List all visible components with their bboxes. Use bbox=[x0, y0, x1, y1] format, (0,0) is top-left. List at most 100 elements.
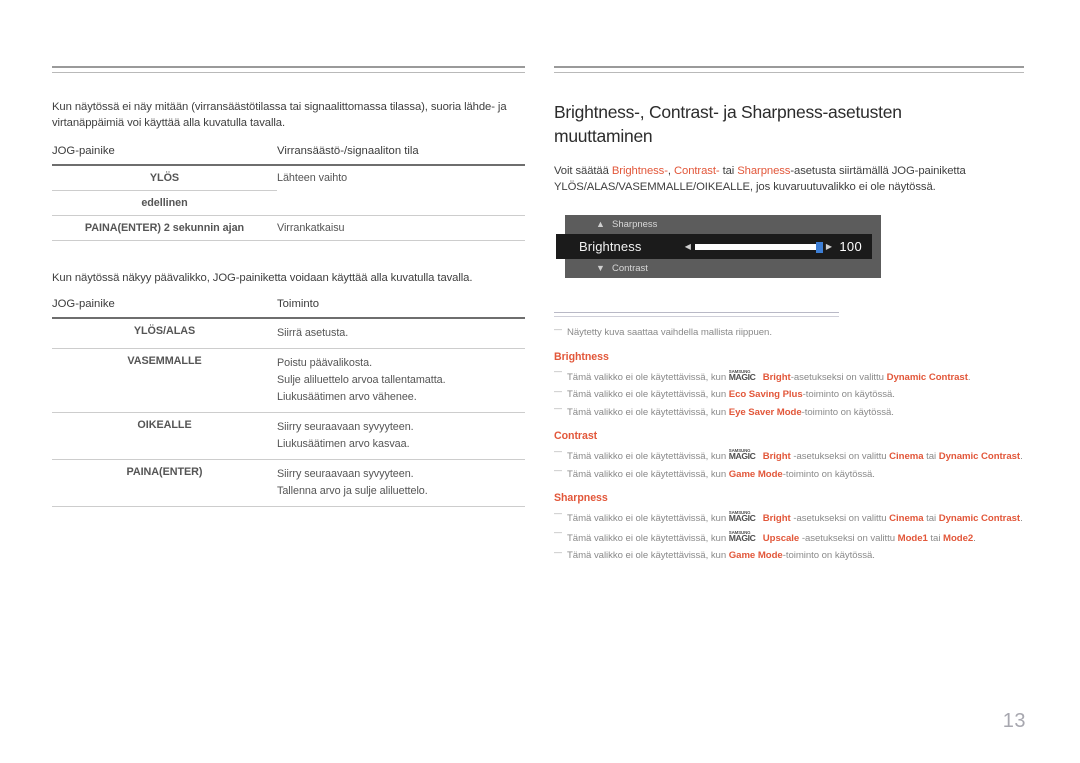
table-row: VASEMMALLE Poistu päävalikosta. Sulje al… bbox=[52, 348, 525, 413]
page-number: 13 bbox=[1002, 710, 1026, 732]
note-post: . bbox=[1020, 513, 1023, 524]
samsung-magic-logo-icon: SAMSUNG MAGIC bbox=[729, 370, 763, 381]
note-pre: Tämä valikko ei ole käytettävissä, kun bbox=[567, 532, 729, 544]
table1-key-up: YLÖS bbox=[52, 165, 277, 191]
samsung-magic-logo-icon: SAMSUNG MAGIC bbox=[729, 531, 763, 542]
note-separator-text: tai bbox=[923, 513, 939, 524]
note-post: . bbox=[1020, 451, 1023, 462]
note-separator-text: tai bbox=[923, 451, 939, 462]
page-title-line-2: muuttaminen bbox=[554, 126, 653, 146]
note-highlight: Eye Saver Mode bbox=[728, 406, 802, 418]
note-pre: Tämä valikko ei ole käytettävissä, kun bbox=[567, 451, 729, 462]
note-magic-word: Bright bbox=[762, 451, 791, 462]
table2-value-enter: Siirry seuraavaan syvyyteen. Tallenna ar… bbox=[277, 459, 525, 507]
note-pre: Tämä valikko ei ole käytettävissä, kun bbox=[567, 389, 729, 400]
section-title-contrast: Contrast bbox=[554, 430, 598, 442]
table2-key-updown: YLÖS/ALAS bbox=[52, 317, 277, 349]
section-title-sharpness: Sharpness bbox=[554, 492, 608, 504]
note-post: . bbox=[967, 371, 971, 383]
osd-item-sharpness-label: Sharpness bbox=[612, 219, 658, 230]
osd-slider-track[interactable] bbox=[694, 241, 823, 253]
main-menu-table: JOG-painike Toiminto YLÖS/ALAS Siirrä as… bbox=[52, 298, 525, 507]
note-post: -toiminto on käytössä. bbox=[782, 468, 875, 480]
left-intro-paragraph-2: Kun näytössä näkyy päävalikko, JOG-paini… bbox=[52, 272, 473, 284]
osd-item-sharpness[interactable]: ▲ Sharpness bbox=[565, 215, 881, 234]
slider-left-arrow-icon[interactable]: ◀ bbox=[685, 242, 691, 251]
chevron-up-icon: ▲ bbox=[596, 219, 605, 229]
table1-value-up: Lähteen vaihto bbox=[277, 172, 348, 184]
note-item: Tämä valikko ei ole käytettävissä, kun S… bbox=[554, 507, 1024, 526]
note-pre: Tämä valikko ei ole käytettävissä, kun bbox=[567, 371, 729, 383]
table-row: YLÖS/ALAS Siirrä asetusta. bbox=[52, 317, 525, 349]
table2-line: Liukusäätimen arvo vähenee. bbox=[277, 391, 417, 403]
table-row: PAINA(ENTER) 2 sekunnin ajan Virrankatka… bbox=[52, 215, 525, 241]
osd-brightness-value: 100 bbox=[839, 239, 862, 254]
note-mid: -asetukseksi on valittu bbox=[790, 451, 890, 462]
magic-logo-bottom: MAGIC bbox=[728, 532, 756, 542]
osd-item-contrast[interactable]: ▼ Contrast bbox=[565, 259, 881, 278]
note-pre: Tämä valikko ei ole käytettävissä, kun bbox=[567, 468, 729, 480]
power-saving-table: JOG-painike Virransäästö-/signaaliton ti… bbox=[52, 145, 525, 241]
note-item: Tämä valikko ei ole käytettävissä, kun E… bbox=[554, 385, 1024, 402]
table1-key-enter-hold: PAINA(ENTER) 2 sekunnin ajan bbox=[52, 215, 277, 241]
note-item: Tämä valikko ei ole käytettävissä, kun E… bbox=[554, 402, 1024, 420]
table2-value-left: Poistu päävalikosta. Sulje aliluettelo a… bbox=[277, 348, 525, 413]
table2-key-enter: PAINA(ENTER) bbox=[52, 459, 277, 507]
table2-line: Siirrä asetusta. bbox=[277, 327, 349, 339]
table2-line: Liukusäätimen arvo kasvaa. bbox=[277, 438, 410, 450]
note-item: Tämä valikko ei ole käytettävissä, kun G… bbox=[554, 464, 1024, 482]
table1-header-state: Virransäästö-/signaaliton tila bbox=[277, 145, 419, 157]
note-magic-word: Bright bbox=[762, 513, 791, 524]
table2-header-jog: JOG-painike bbox=[52, 297, 115, 310]
table-row: YLÖS Lähteen vaihto bbox=[52, 165, 525, 191]
note-post: -toiminto on käytössä. bbox=[782, 550, 875, 561]
osd-slider-knob[interactable] bbox=[815, 241, 823, 253]
column-top-rule bbox=[554, 66, 1024, 73]
magic-logo-bottom: MAGIC bbox=[728, 371, 756, 381]
note-item: Tämä valikko ei ole käytettävissä, kun S… bbox=[554, 365, 1024, 385]
note-pre: Tämä valikko ei ole käytettävissä, kun bbox=[567, 513, 729, 524]
table1-key-previous: edellinen bbox=[52, 190, 277, 216]
osd-item-contrast-label: Contrast bbox=[612, 263, 648, 274]
note-mid: -asetukseksi on valittu bbox=[790, 371, 887, 383]
table2-header-action: Toiminto bbox=[277, 297, 320, 310]
table1-value-previous bbox=[277, 190, 525, 216]
table-row: PAINA(ENTER) Siirry seuraavaan syvyyteen… bbox=[52, 459, 525, 507]
note-mid: -asetukseksi on valittu bbox=[799, 532, 898, 544]
note-highlight: Cinema bbox=[889, 451, 924, 462]
page-title: Brightness-, Contrast- ja Sharpness-aset… bbox=[554, 100, 1024, 148]
note-mid: -asetukseksi on valittu bbox=[790, 513, 890, 524]
table-header-row: JOG-painike Toiminto bbox=[52, 298, 525, 318]
osd-menu-mockup: ▲ Sharpness Brightness ◀ ▶ 100 ▼ Contras… bbox=[556, 215, 881, 278]
note-highlight: Cinema bbox=[889, 513, 924, 524]
section-title-brightness: Brightness bbox=[554, 350, 609, 363]
table-spacer bbox=[52, 241, 525, 271]
intro-highlight-brightness: Brightness- bbox=[611, 165, 668, 177]
right-intro-paragraph: Voit säätää Brightness-, Contrast- tai S… bbox=[554, 164, 1024, 195]
table1-header-jog: JOG-painike bbox=[52, 145, 115, 157]
table-row: OIKEALLE Siirry seuraavaan syvyyteen. Li… bbox=[52, 412, 525, 460]
manual-page: Kun näytössä ei näy mitään (virransäästö… bbox=[0, 0, 1080, 763]
note-pre: Tämä valikko ei ole käytettävissä, kun bbox=[567, 406, 729, 418]
table2-line: Tallenna arvo ja sulje aliluettelo. bbox=[277, 485, 428, 497]
note-highlight: Game Mode bbox=[728, 550, 783, 561]
left-column: Kun näytössä ei näy mitään (virransäästö… bbox=[52, 66, 525, 507]
magic-logo-bottom: MAGIC bbox=[728, 513, 756, 523]
samsung-magic-logo-icon: SAMSUNG MAGIC bbox=[729, 511, 763, 522]
table2-key-right: OIKEALLE bbox=[52, 412, 277, 460]
samsung-magic-logo-icon: SAMSUNG MAGIC bbox=[729, 449, 763, 460]
left-intro-paragraph-1: Kun näytössä ei näy mitään (virransäästö… bbox=[52, 101, 507, 129]
intro-mid-2: tai bbox=[719, 165, 738, 177]
note-separator-text: tai bbox=[927, 532, 944, 544]
page-title-line-1: Brightness-, Contrast- ja Sharpness-aset… bbox=[554, 102, 902, 122]
table1-value-enter-hold: Virrankatkaisu bbox=[277, 215, 525, 241]
intro-highlight-contrast: Contrast- bbox=[673, 165, 720, 177]
table-row: edellinen bbox=[52, 190, 525, 216]
note-pre: Tämä valikko ei ole käytettävissä, kun bbox=[567, 550, 729, 561]
table2-line: Siirry seuraavaan syvyyteen. bbox=[277, 421, 414, 433]
note-highlight: Dynamic Contrast bbox=[938, 513, 1021, 524]
osd-item-brightness[interactable]: Brightness ◀ ▶ 100 bbox=[556, 234, 872, 259]
note-post: -toiminto on käytössä. bbox=[802, 389, 895, 400]
osd-slider-group[interactable]: ◀ ▶ 100 bbox=[685, 239, 862, 254]
slider-right-arrow-icon[interactable]: ▶ bbox=[826, 242, 832, 251]
